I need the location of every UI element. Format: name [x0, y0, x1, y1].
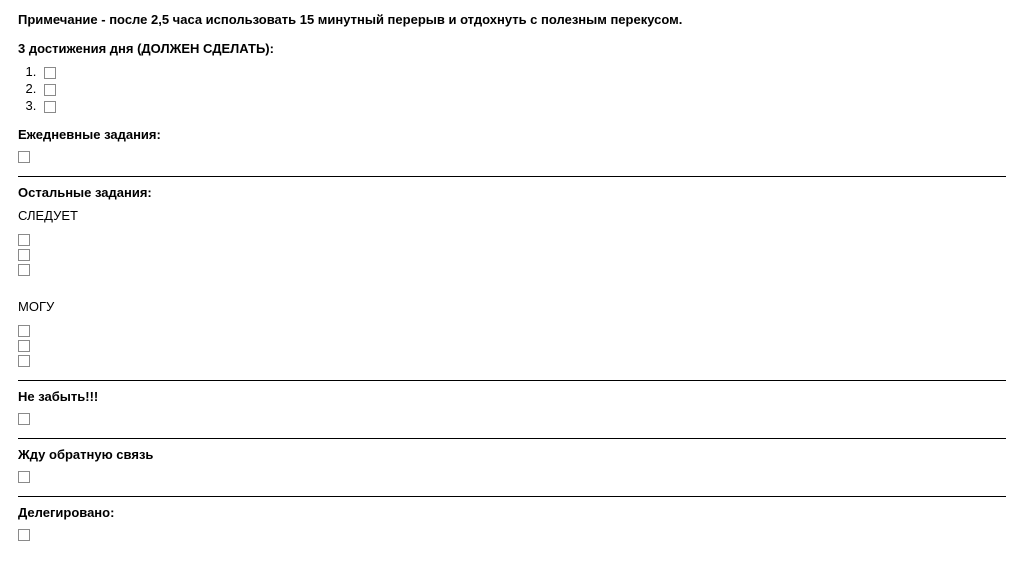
daily-heading: Ежедневные задания:: [18, 127, 1006, 142]
should-task-line: [18, 248, 1006, 262]
section-divider: [18, 496, 1006, 497]
remaining-heading: Остальные задания:: [18, 185, 1006, 200]
document-page: Примечание - после 2,5 часа использовать…: [0, 0, 1024, 566]
feedback-line: [18, 470, 1006, 484]
checkbox-icon[interactable]: [18, 264, 30, 276]
checkbox-icon[interactable]: [18, 413, 30, 425]
checkbox-icon[interactable]: [18, 340, 30, 352]
section-divider: [18, 438, 1006, 439]
should-task-line: [18, 263, 1006, 277]
can-task-line: [18, 339, 1006, 353]
should-checkbox-stack: [18, 233, 1006, 277]
can-task-line: [18, 354, 1006, 368]
should-task-line: [18, 233, 1006, 247]
achievement-item: [40, 81, 1006, 96]
dont-forget-line: [18, 412, 1006, 426]
daily-task-line: [18, 150, 1006, 164]
checkbox-icon[interactable]: [18, 325, 30, 337]
should-label: СЛЕДУЕТ: [18, 208, 1006, 223]
delegated-line: [18, 528, 1006, 542]
achievements-list: [40, 64, 1006, 113]
achievement-item: [40, 64, 1006, 79]
achievement-item: [40, 98, 1006, 113]
note-line: Примечание - после 2,5 часа использовать…: [18, 12, 1006, 27]
delegated-heading: Делегировано:: [18, 505, 1006, 520]
can-block: МОГУ: [18, 299, 1006, 368]
dont-forget-heading: Не забыть!!!: [18, 389, 1006, 404]
can-label: МОГУ: [18, 299, 1006, 314]
checkbox-icon[interactable]: [18, 249, 30, 261]
section-divider: [18, 380, 1006, 381]
checkbox-icon[interactable]: [18, 234, 30, 246]
checkbox-icon[interactable]: [18, 151, 30, 163]
feedback-heading: Жду обратную связь: [18, 447, 1006, 462]
checkbox-icon[interactable]: [44, 101, 56, 113]
achievements-heading: 3 достижения дня (ДОЛЖЕН СДЕЛАТЬ):: [18, 41, 1006, 56]
section-divider: [18, 176, 1006, 177]
can-task-line: [18, 324, 1006, 338]
checkbox-icon[interactable]: [18, 529, 30, 541]
checkbox-icon[interactable]: [44, 84, 56, 96]
can-checkbox-stack: [18, 324, 1006, 368]
should-block: СЛЕДУЕТ: [18, 208, 1006, 277]
checkbox-icon[interactable]: [18, 471, 30, 483]
checkbox-icon[interactable]: [44, 67, 56, 79]
checkbox-icon[interactable]: [18, 355, 30, 367]
